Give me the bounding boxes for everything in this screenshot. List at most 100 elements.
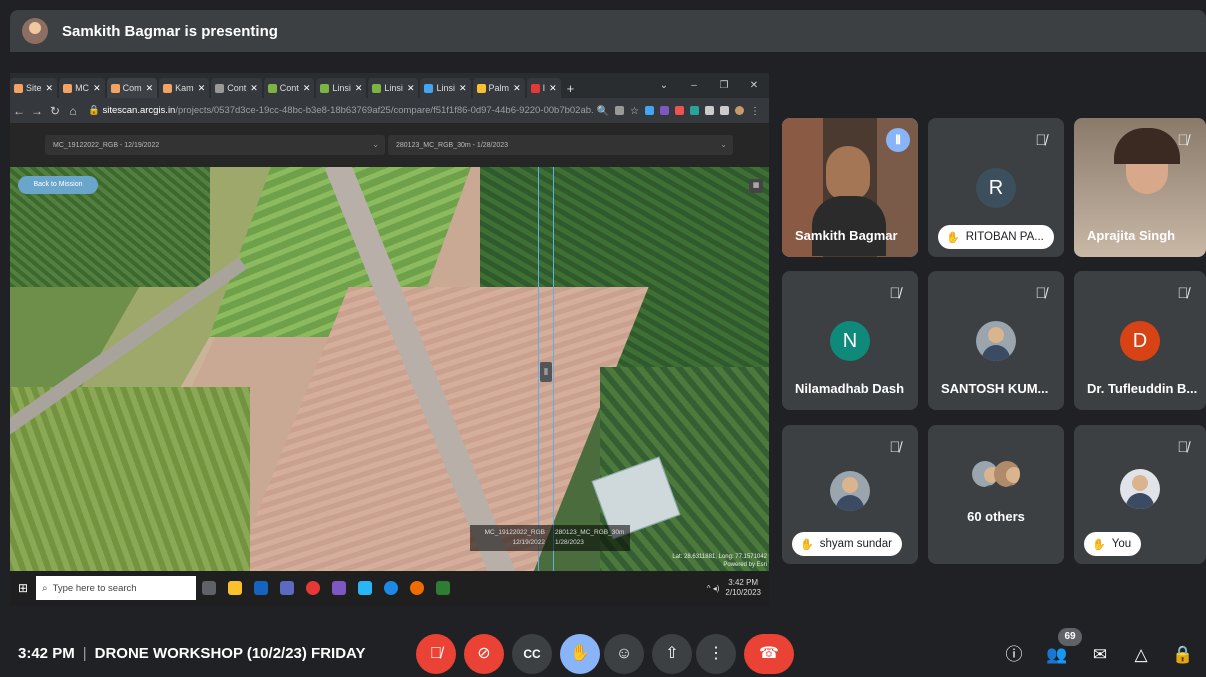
browser-tabstrip: Site ✕ MC ✕ Com ✕ Kam ✕ Cont ✕ Cont ✕ Linsi ✕ L… [10,73,769,98]
mic-off-icon: 🎙̸ [1035,132,1047,149]
back-to-mission-button[interactable]: Back to Mission [18,176,98,194]
browser-tab[interactable]: Palm ✕ [472,78,525,98]
teams-icon[interactable] [280,581,294,595]
camera-toggle-button[interactable]: ⊘ [464,634,504,674]
close-icon[interactable]: ✕ [407,83,415,94]
captions-button[interactable]: CC [512,634,552,674]
mic-toggle-button[interactable]: 🎙̸ [416,634,456,674]
self-tile[interactable]: 🎙̸ ✋ You [1074,425,1206,564]
tab-search-icon[interactable]: ⌄ [649,80,679,91]
presenter-bar: Samkith Bagmar is presenting [10,10,1206,52]
reactions-button[interactable]: ☺ [604,634,644,674]
browser-tab[interactable]: Kam ✕ [159,78,210,98]
browser-tab[interactable]: Linsi ✕ [420,78,471,98]
profile-icon[interactable] [735,106,744,115]
taskbar-search[interactable]: ⌕ Type here to search [36,576,196,600]
browser-tab[interactable]: Cont ✕ [211,78,262,98]
participant-tile[interactable]: 🎙̸ D Dr. Tufleuddin B... [1074,271,1206,410]
close-icon[interactable]: ✕ [459,83,467,94]
close-icon[interactable]: ✕ [549,83,557,94]
home-icon[interactable]: ⌂ [64,104,82,118]
close-icon[interactable]: ✕ [146,83,154,94]
browser-tab[interactable]: Linsi ✕ [368,78,419,98]
browser-tab[interactable]: Site ✕ [10,78,58,98]
back-arrow-icon[interactable]: ← [10,104,28,118]
close-icon[interactable]: ✕ [513,83,521,94]
app-icon[interactable] [384,581,398,595]
zoom-icon[interactable]: 🔍 [597,106,609,117]
activities-button[interactable]: △ [1128,642,1154,668]
meeting-details-button[interactable]: ⓘ [1001,642,1027,668]
extension-icon[interactable] [660,106,669,115]
extension-icon[interactable] [675,106,684,115]
participant-tile[interactable]: 🎙̸ Aprajita Singh [1074,118,1206,257]
url-field[interactable]: 🔒 sitescan.arcgis.in/projects/0537d3ce-1… [88,105,594,116]
participant-tile[interactable]: 🎙̸ N Nilamadhab Dash [782,271,918,410]
outlook-icon[interactable] [254,581,268,595]
close-window-icon[interactable]: ✕ [739,80,769,91]
end-call-icon: ☎ [759,645,779,662]
more-options-button[interactable]: ⋮ [696,634,736,674]
browser-tab[interactable]: Linsi ✕ [316,78,367,98]
menu-dots-icon[interactable]: ⋮ [750,106,760,117]
mic-off-icon: 🎙̸ [889,285,901,302]
close-icon[interactable]: ✕ [93,83,101,94]
meeting-title: DRONE WORKSHOP (10/2/23) FRIDAY [94,645,366,662]
hand-icon: ✋ [946,231,960,244]
raise-hand-button[interactable]: ✋ [560,634,600,674]
host-controls-button[interactable]: 🔒 [1170,642,1196,668]
star-icon[interactable]: ☆ [630,106,639,117]
new-tab-button[interactable]: + [563,78,579,98]
left-map-select[interactable]: MC_19122022_RGB - 12/19/2022 ⌄ [45,135,385,155]
mic-off-icon: 🎙̸ [1177,285,1189,302]
meeting-time: 3:42 PM [18,645,75,662]
browser-tab[interactable]: I ✕ [526,78,561,98]
right-map-select[interactable]: 280123_MC_RGB_30m - 1/28/2023 ⌄ [388,135,733,155]
swipe-handle[interactable]: ⦀ [540,362,552,382]
forward-arrow-icon[interactable]: → [28,104,46,118]
close-icon[interactable]: ✕ [355,83,363,94]
taskbar-clock[interactable]: 3:42 PM 2/10/2023 [725,578,761,598]
chat-button[interactable]: ✉ [1087,642,1113,668]
map-view[interactable]: ⦀ Back to Mission ▦ MC_19122022_RGB 12/19… [10,167,769,571]
puzzle-icon[interactable] [705,106,714,115]
close-icon[interactable]: ✕ [46,83,54,94]
extension-icon[interactable] [645,106,654,115]
share-icon[interactable] [615,106,625,115]
people-button[interactable]: 👥 [1044,642,1070,668]
close-icon[interactable]: ✕ [250,83,258,94]
task-view-icon[interactable] [202,581,216,595]
excel-icon[interactable] [436,581,450,595]
participant-tile[interactable]: 🎙̸ ✋ shyam sundar [782,425,918,564]
chrome-icon[interactable] [306,581,320,595]
sidebar-icon[interactable] [720,106,729,115]
reload-icon[interactable]: ↻ [46,104,64,118]
people-icon: 👥 [1046,645,1068,664]
others-tile[interactable]: 60 others [928,425,1064,564]
map-field [10,387,250,571]
explorer-icon[interactable] [228,581,242,595]
app-icon[interactable] [358,581,372,595]
browser-tab[interactable]: MC ✕ [59,78,105,98]
extension-icon[interactable] [690,106,699,115]
windows-start-icon[interactable]: ⊞ [10,581,36,595]
participant-tile[interactable]: 🎙̸ SANTOSH KUM... [928,271,1064,410]
raised-hand-badge: ✋ RITOBAN PA... [938,225,1054,249]
maximize-icon[interactable]: ❐ [709,80,739,91]
present-button[interactable]: ⇧ [652,634,692,674]
participant-tile[interactable]: 🎙̸ R ✋ RITOBAN PA... [928,118,1064,257]
layers-icon[interactable]: ▦ [749,179,763,193]
close-icon[interactable]: ✕ [198,83,206,94]
minimize-icon[interactable]: – [679,80,709,91]
browser-tab-active[interactable]: Com ✕ [106,78,158,98]
leave-call-button[interactable]: ☎ [744,634,794,674]
app-icon[interactable] [410,581,424,595]
participant-tile[interactable]: ⦀ Samkith Bagmar [782,118,918,257]
tray-chevron-icon[interactable]: ^ [707,584,711,593]
raised-hand-badge: ✋ shyam sundar [792,532,902,556]
volume-icon[interactable]: ◂) [713,584,720,593]
close-icon[interactable]: ✕ [303,83,311,94]
hand-icon: ✋ [570,645,590,662]
browser-tab[interactable]: Cont ✕ [263,78,315,98]
app-icon[interactable] [332,581,346,595]
